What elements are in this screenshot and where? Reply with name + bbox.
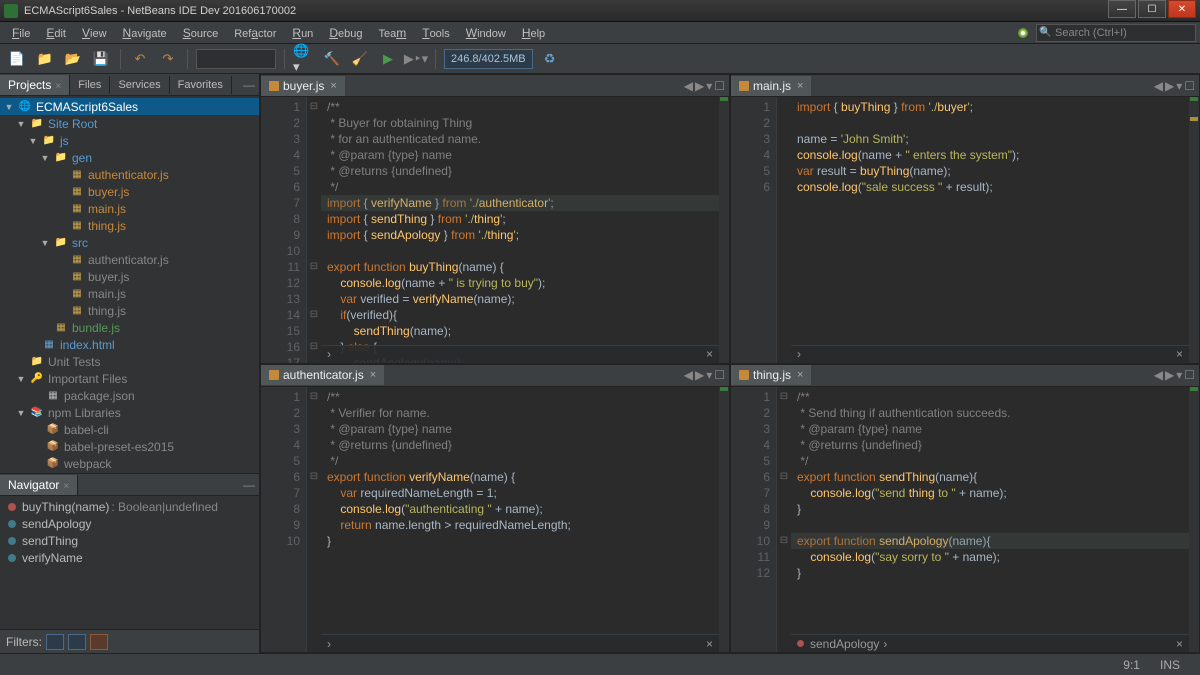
editor-tab-authenticator[interactable]: authenticator.js× (261, 365, 384, 385)
status-caret-position: 9:1 (1123, 658, 1140, 672)
chevron-right-icon[interactable]: › (327, 346, 331, 362)
navigator-item[interactable]: sendApology (0, 515, 259, 532)
editor-tab-thing[interactable]: thing.js× (731, 365, 811, 385)
filter-button[interactable] (90, 634, 108, 650)
redo-button[interactable]: ↷ (157, 48, 179, 70)
menu-window[interactable]: Window (458, 24, 514, 42)
tab-files[interactable]: Files (70, 76, 110, 94)
window-close-button[interactable]: ✕ (1168, 0, 1196, 18)
menu-help[interactable]: Help (514, 24, 553, 42)
close-icon[interactable]: × (1176, 636, 1183, 652)
navigator-item[interactable]: sendThing (0, 532, 259, 549)
window-maximize-button[interactable]: ☐ (1138, 0, 1166, 18)
chevron-right-icon[interactable]: › (327, 636, 331, 652)
code-area-main[interactable]: 1 2 3 4 5 6 import { buyThing } from './… (731, 97, 1199, 363)
navigator-members[interactable]: buyThing(name) : Boolean|undefined sendA… (0, 496, 259, 629)
status-bar: 9:1 INS (0, 653, 1200, 675)
new-project-button[interactable]: 📁 (34, 48, 56, 70)
member-dot-icon (797, 640, 804, 647)
editor-controls-icon[interactable]: ◀ (684, 79, 693, 93)
filter-button[interactable] (68, 634, 86, 650)
tab-favorites[interactable]: Favorites (170, 76, 232, 94)
navigator-filters: Filters: (0, 629, 259, 653)
editor-authenticator: authenticator.js× ◀▶▾☐ 1 2 3 4 5 6 7 8 9… (260, 364, 730, 654)
gc-button[interactable]: ♻ (539, 48, 561, 70)
clean-build-button[interactable]: 🧹 (349, 48, 371, 70)
js-file-icon (269, 81, 279, 91)
tab-navigator[interactable]: Navigator× (0, 475, 78, 495)
debug-button[interactable]: ▶‣▾ (405, 48, 427, 70)
close-icon[interactable]: × (63, 481, 69, 492)
chevron-right-icon[interactable]: › (797, 346, 801, 362)
menu-run[interactable]: Run (284, 24, 321, 42)
close-icon[interactable]: × (706, 636, 713, 652)
code-area-authenticator[interactable]: 1 2 3 4 5 6 7 8 9 10 ⊟ ⊟ /** * Verifier … (261, 387, 729, 653)
menu-team[interactable]: Team (370, 24, 414, 42)
editor-thing: thing.js× ◀▶▾☐ 1 2 3 4 5 6 7 8 9 10 11 1… (730, 364, 1200, 654)
run-button[interactable]: ▶ (377, 48, 399, 70)
menu-refactor[interactable]: Refactor (226, 24, 284, 42)
panel-minimize-button[interactable]: — (243, 478, 255, 492)
project-tree[interactable]: ▼🌐ECMAScript6Sales ▼📁Site Root ▼📁js ▼📁ge… (0, 96, 259, 473)
close-icon[interactable]: × (797, 80, 803, 92)
code-area-buyer[interactable]: 1 2 3 4 5 6 7 8 9 10 11 12 13 14 15 16 1… (261, 97, 729, 363)
save-all-button[interactable]: 💾 (90, 48, 112, 70)
tree-project-root[interactable]: ▼🌐ECMAScript6Sales (0, 98, 259, 115)
menu-view[interactable]: View (74, 24, 115, 42)
app-icon (4, 4, 18, 18)
config-combo[interactable] (196, 49, 276, 69)
left-panel-tabs: Projects× Files Services Favorites — (0, 74, 259, 96)
undo-button[interactable]: ↶ (129, 48, 151, 70)
js-file-icon (269, 370, 279, 380)
open-button[interactable]: 📂 (62, 48, 84, 70)
navigator-item[interactable]: verifyName (0, 549, 259, 566)
js-file-icon (739, 81, 749, 91)
close-icon[interactable]: × (706, 346, 713, 362)
close-icon[interactable]: × (1176, 346, 1183, 362)
close-icon[interactable]: × (55, 81, 61, 92)
menu-file[interactable]: File (4, 24, 38, 42)
close-icon[interactable]: × (330, 80, 336, 92)
tab-services[interactable]: Services (110, 76, 169, 94)
editor-tab-buyer[interactable]: buyer.js× (261, 76, 345, 96)
navigator-item[interactable]: buyThing(name) : Boolean|undefined (0, 498, 259, 515)
close-icon[interactable]: × (797, 369, 803, 381)
menu-bar: File Edit View Navigate Source Refactor … (0, 22, 1200, 44)
main-toolbar: 📄 📁 📂 💾 ↶ ↷ 🌐▾ 🔨 🧹 ▶ ▶‣▾ 246.8/402.5MB ♻ (0, 44, 1200, 74)
window-titlebar: ECMAScript6Sales - NetBeans IDE Dev 2016… (0, 0, 1200, 22)
editor-buyer: buyer.js× ◀▶▾☐ 1 2 3 4 5 6 7 8 9 10 11 1… (260, 74, 730, 364)
js-file-icon (739, 370, 749, 380)
tab-projects[interactable]: Projects× (0, 75, 70, 95)
menu-navigate[interactable]: Navigate (115, 24, 175, 42)
panel-minimize-button[interactable]: — (243, 78, 255, 92)
status-light-icon (1018, 28, 1028, 38)
menu-tools[interactable]: Tools (414, 24, 458, 42)
memory-widget[interactable]: 246.8/402.5MB (444, 49, 533, 69)
code-area-thing[interactable]: 1 2 3 4 5 6 7 8 9 10 11 12 ⊟ ⊟ ⊟ /** * S… (731, 387, 1199, 653)
global-search-input[interactable]: Search (Ctrl+I) (1036, 24, 1196, 42)
editor-tab-main[interactable]: main.js× (731, 76, 811, 96)
filter-button[interactable] (46, 634, 64, 650)
close-icon[interactable]: × (370, 369, 376, 381)
menu-source[interactable]: Source (175, 24, 227, 42)
window-minimize-button[interactable]: — (1108, 0, 1136, 18)
menu-edit[interactable]: Edit (38, 24, 74, 42)
browser-button[interactable]: 🌐▾ (293, 48, 315, 70)
editor-main: main.js× ◀▶▾☐ 1 2 3 4 5 6 import { buyTh… (730, 74, 1200, 364)
build-button[interactable]: 🔨 (321, 48, 343, 70)
menu-debug[interactable]: Debug (321, 24, 370, 42)
new-file-button[interactable]: 📄 (6, 48, 28, 70)
window-title: ECMAScript6Sales - NetBeans IDE Dev 2016… (24, 5, 1106, 17)
status-insert-mode: INS (1160, 658, 1180, 672)
